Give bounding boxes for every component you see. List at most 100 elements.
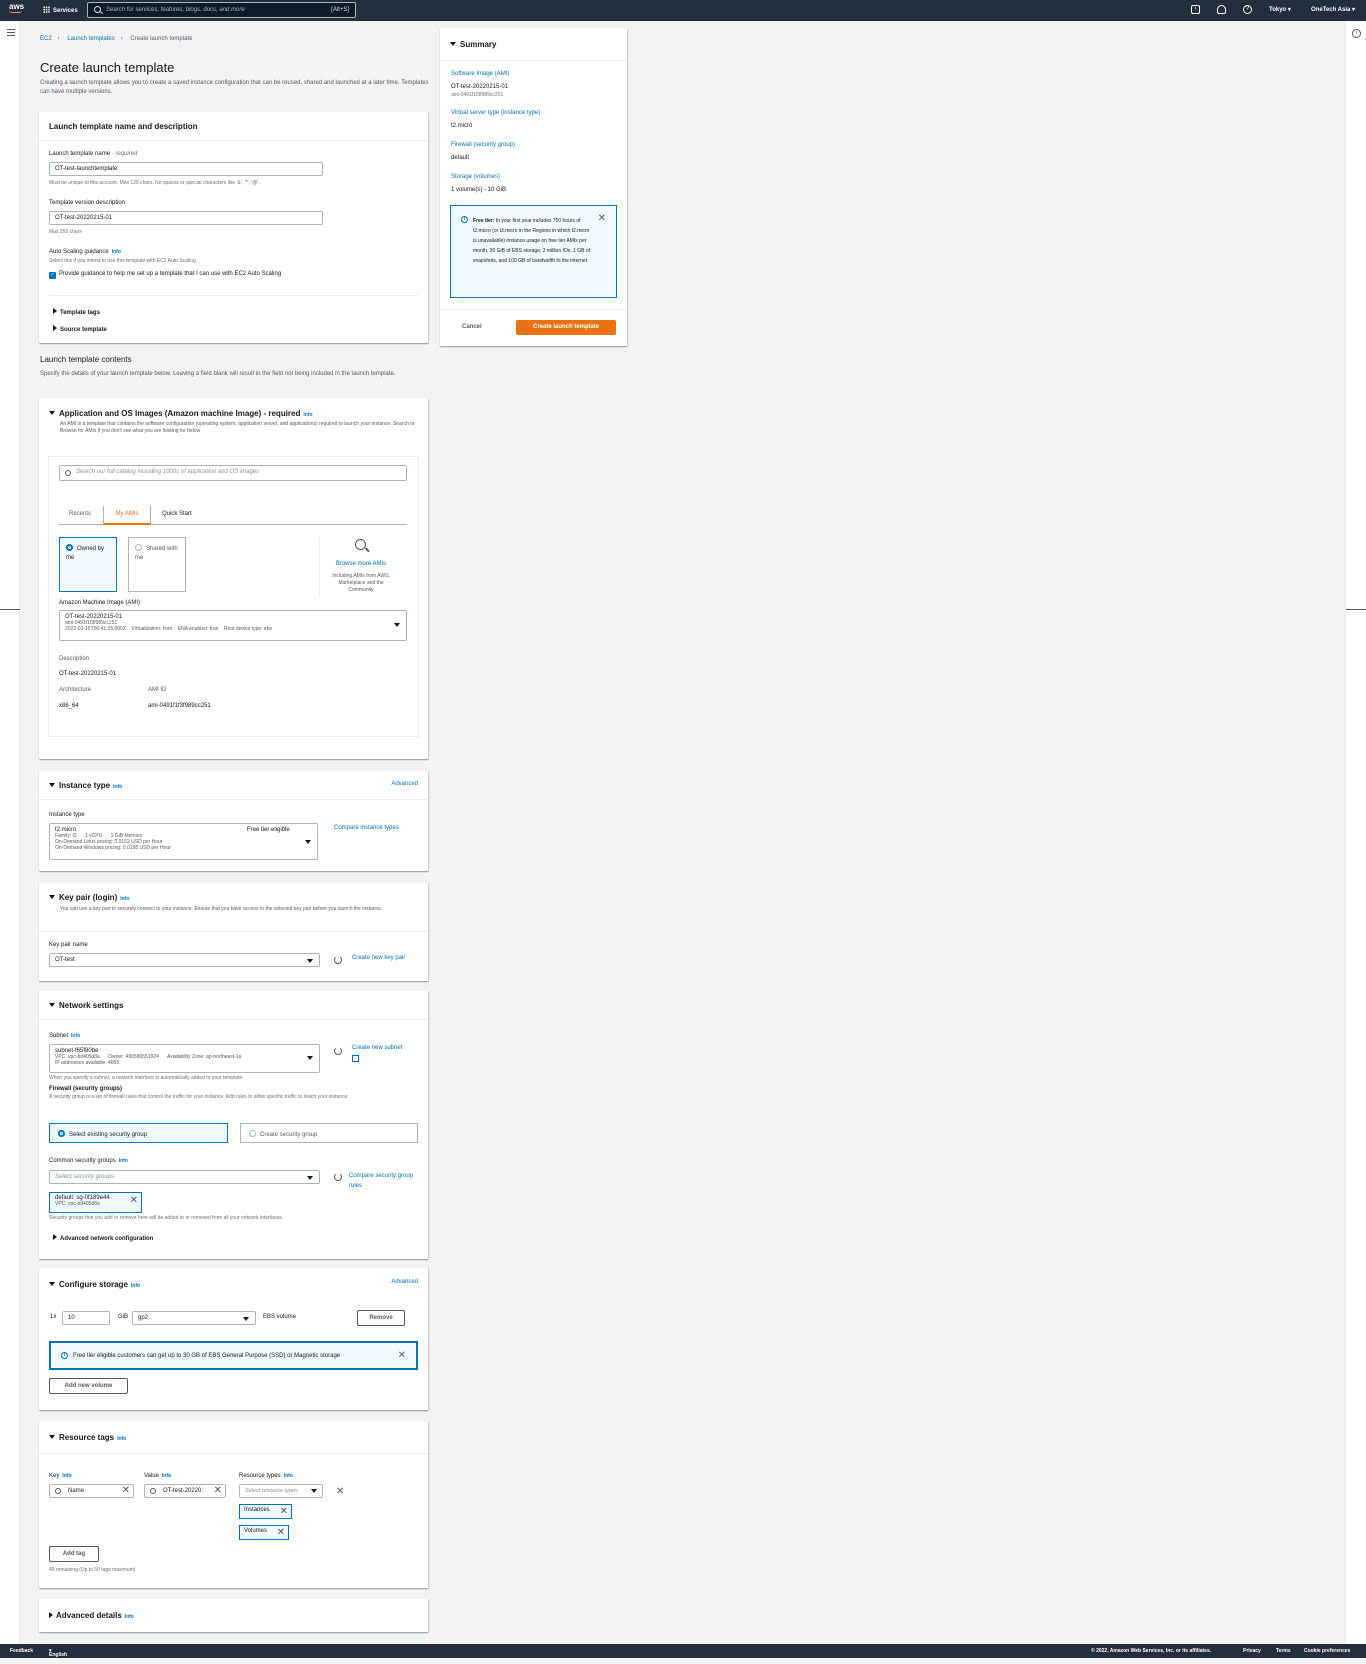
advanced-details-header[interactable]: Advanced details Info bbox=[49, 1611, 134, 1620]
info-link[interactable]: Info bbox=[112, 249, 121, 255]
asg-guidance-checkbox[interactable]: ✓ Provide guidance to help me set up a te… bbox=[49, 269, 309, 279]
breadcrumb-launch-templates[interactable]: Launch templates bbox=[67, 36, 114, 42]
network-settings-header[interactable]: Network settings bbox=[49, 1001, 123, 1010]
instance-type-header[interactable]: Instance type Info bbox=[49, 781, 122, 790]
services-menu[interactable]: Services bbox=[43, 6, 78, 14]
menu-icon[interactable] bbox=[7, 29, 15, 36]
create-key-pair-link[interactable]: Create new key pair bbox=[352, 955, 405, 961]
tab-my-amis[interactable]: My AMIs bbox=[103, 506, 151, 525]
help-icon[interactable]: ? bbox=[1243, 5, 1252, 14]
ami-select[interactable]: OT-test-20220215-01 ami-0491f1f3f989cc25… bbox=[59, 610, 407, 641]
advanced-link[interactable]: Advanced bbox=[391, 1279, 418, 1285]
info-link[interactable]: Info bbox=[113, 784, 122, 790]
info-link[interactable]: Info bbox=[162, 1473, 171, 1479]
info-link[interactable]: Info bbox=[120, 896, 129, 902]
resource-tags-header[interactable]: Resource tags Info bbox=[49, 1433, 126, 1442]
summary-storage-link[interactable]: Storage (volumes) bbox=[451, 174, 500, 180]
resource-types-select[interactable]: Select resource types bbox=[239, 1484, 323, 1498]
cookie-preferences-link[interactable]: Cookie preferences bbox=[1304, 1648, 1350, 1654]
summary-firewall-link[interactable]: Firewall (security group) bbox=[451, 142, 515, 148]
summary-ami-link[interactable]: Software Image (AMI) bbox=[451, 71, 509, 77]
info-link[interactable]: Info bbox=[125, 1614, 134, 1620]
refresh-icon[interactable] bbox=[334, 956, 342, 964]
close-icon[interactable]: ✕ bbox=[598, 214, 606, 224]
compare-sg-rules-link[interactable]: Compare security group rules bbox=[349, 1171, 414, 1191]
tag-key-input[interactable]: Name ✕ bbox=[49, 1484, 134, 1498]
terms-link[interactable]: Terms bbox=[1276, 1648, 1291, 1654]
compare-instance-types-link[interactable]: Compare instance types bbox=[334, 825, 399, 831]
info-link[interactable]: Info bbox=[284, 1473, 293, 1479]
account-menu[interactable]: OneTech Asia ▾ bbox=[1311, 6, 1355, 13]
ami-panel-header[interactable]: Application and OS Images (Amazon machin… bbox=[49, 409, 313, 418]
sg-hint: Security groups that you add or remove h… bbox=[49, 1215, 284, 1221]
advanced-network-expander[interactable]: Advanced network configuration bbox=[53, 1234, 153, 1242]
create-subnet-link[interactable]: Create new subnet bbox=[352, 1045, 402, 1051]
close-icon[interactable]: ✕ bbox=[398, 1351, 406, 1361]
create-sg-option[interactable]: Create security group bbox=[240, 1123, 418, 1143]
info-panel-icon[interactable]: i bbox=[1352, 29, 1361, 38]
template-name-input[interactable]: OT-test-launchtemplate bbox=[49, 162, 323, 176]
chevron-right-icon: › bbox=[120, 36, 123, 42]
tab-quick-start[interactable]: Quick Start bbox=[162, 511, 192, 517]
cancel-button[interactable]: Cancel bbox=[462, 324, 482, 330]
privacy-link[interactable]: Privacy bbox=[1243, 1648, 1261, 1654]
divider bbox=[39, 799, 428, 800]
create-launch-template-button[interactable]: Create launch template bbox=[516, 320, 616, 335]
language-selector[interactable]: English (US) ▾ bbox=[49, 1648, 67, 1664]
owned-by-me-option[interactable]: Owned by me bbox=[59, 537, 117, 592]
free-tier-alert: i Free tier: In your first year includes… bbox=[450, 205, 617, 298]
info-link[interactable]: Info bbox=[62, 1473, 71, 1479]
refresh-icon[interactable] bbox=[334, 1173, 342, 1181]
expander-label: Advanced network configuration bbox=[60, 1236, 154, 1242]
common-sg-select[interactable]: Select security groups bbox=[49, 1170, 320, 1184]
clear-icon[interactable]: ✕ bbox=[122, 1486, 130, 1496]
version-description-input[interactable]: OT-test-20220215-01 bbox=[49, 211, 323, 225]
summary-instance-type-link[interactable]: Virtual server type (instance type) bbox=[451, 110, 540, 116]
feedback-link[interactable]: Feedback bbox=[10, 1648, 33, 1654]
global-search[interactable]: Search for services, features, blogs, do… bbox=[87, 2, 356, 18]
info-link[interactable]: Info bbox=[119, 1158, 128, 1164]
volume-type-select[interactable]: gp2 bbox=[132, 1311, 256, 1325]
instance-type-panel: Instance type Info Advanced Instance type… bbox=[39, 771, 428, 871]
browse-more-amis-link[interactable]: Browse more AMIs bbox=[325, 561, 397, 567]
instance-type-select[interactable]: t2.micro Free tier eligible Family: t2 1… bbox=[49, 823, 318, 860]
required-text: - required bbox=[111, 151, 138, 157]
info-link[interactable]: Info bbox=[303, 412, 312, 418]
breadcrumb-ec2[interactable]: EC2 bbox=[40, 36, 52, 42]
advanced-link[interactable]: Advanced bbox=[391, 781, 418, 787]
external-link-icon[interactable] bbox=[352, 1055, 359, 1062]
summary-header[interactable]: Summary bbox=[450, 40, 496, 49]
source-template-expander[interactable]: Source template bbox=[53, 325, 107, 333]
tag-value-input[interactable]: OT-test-20220: ✕ bbox=[144, 1484, 226, 1498]
ami-id-value: ami-0491f1f3f989cc251 bbox=[148, 703, 211, 709]
remove-tag-icon[interactable]: ✕ bbox=[336, 1487, 344, 1497]
bell-icon[interactable] bbox=[1217, 5, 1226, 14]
region-menu[interactable]: Tokyo ▾ bbox=[1269, 6, 1291, 13]
add-volume-button[interactable]: Add new volume bbox=[49, 1378, 128, 1394]
info-link[interactable]: Info bbox=[117, 1436, 126, 1442]
clear-icon[interactable]: ✕ bbox=[213, 1486, 222, 1496]
select-existing-sg-option[interactable]: Select existing security group bbox=[49, 1123, 228, 1143]
tab-recents[interactable]: Recents bbox=[69, 511, 91, 517]
remove-volume-button[interactable]: Remove bbox=[357, 1310, 405, 1326]
info-link[interactable]: Info bbox=[71, 1033, 80, 1039]
close-icon[interactable]: ✕ bbox=[277, 1528, 285, 1538]
template-tags-expander[interactable]: Template tags bbox=[53, 308, 100, 316]
ami-select-label: Amazon Machine Image (AMI) bbox=[59, 600, 141, 606]
cloudshell-icon[interactable]: › bbox=[1191, 5, 1200, 14]
key-pair-select[interactable]: OT-test bbox=[49, 953, 320, 967]
radio-selected-icon bbox=[58, 1130, 65, 1137]
ami-search-input[interactable]: Search our full catalog including 1000s … bbox=[59, 465, 407, 481]
shared-with-me-option[interactable]: Shared with me bbox=[128, 537, 186, 592]
logo-text: aws bbox=[9, 2, 25, 11]
key-pair-header[interactable]: Key pair (login) Info bbox=[49, 893, 129, 902]
configure-storage-header[interactable]: Configure storage Info bbox=[49, 1280, 140, 1289]
aws-logo[interactable]: aws bbox=[9, 3, 24, 13]
volume-size-input[interactable]: 10 bbox=[62, 1311, 110, 1325]
info-link[interactable]: Info bbox=[131, 1283, 140, 1289]
close-icon[interactable]: ✕ bbox=[130, 1196, 138, 1206]
close-icon[interactable]: ✕ bbox=[280, 1507, 288, 1517]
refresh-icon[interactable] bbox=[334, 1047, 342, 1055]
subnet-select[interactable]: subnet-f65f80be VPC: vpc-bd405d8a Owner:… bbox=[49, 1044, 320, 1073]
add-tag-button[interactable]: Add tag bbox=[49, 1546, 99, 1562]
